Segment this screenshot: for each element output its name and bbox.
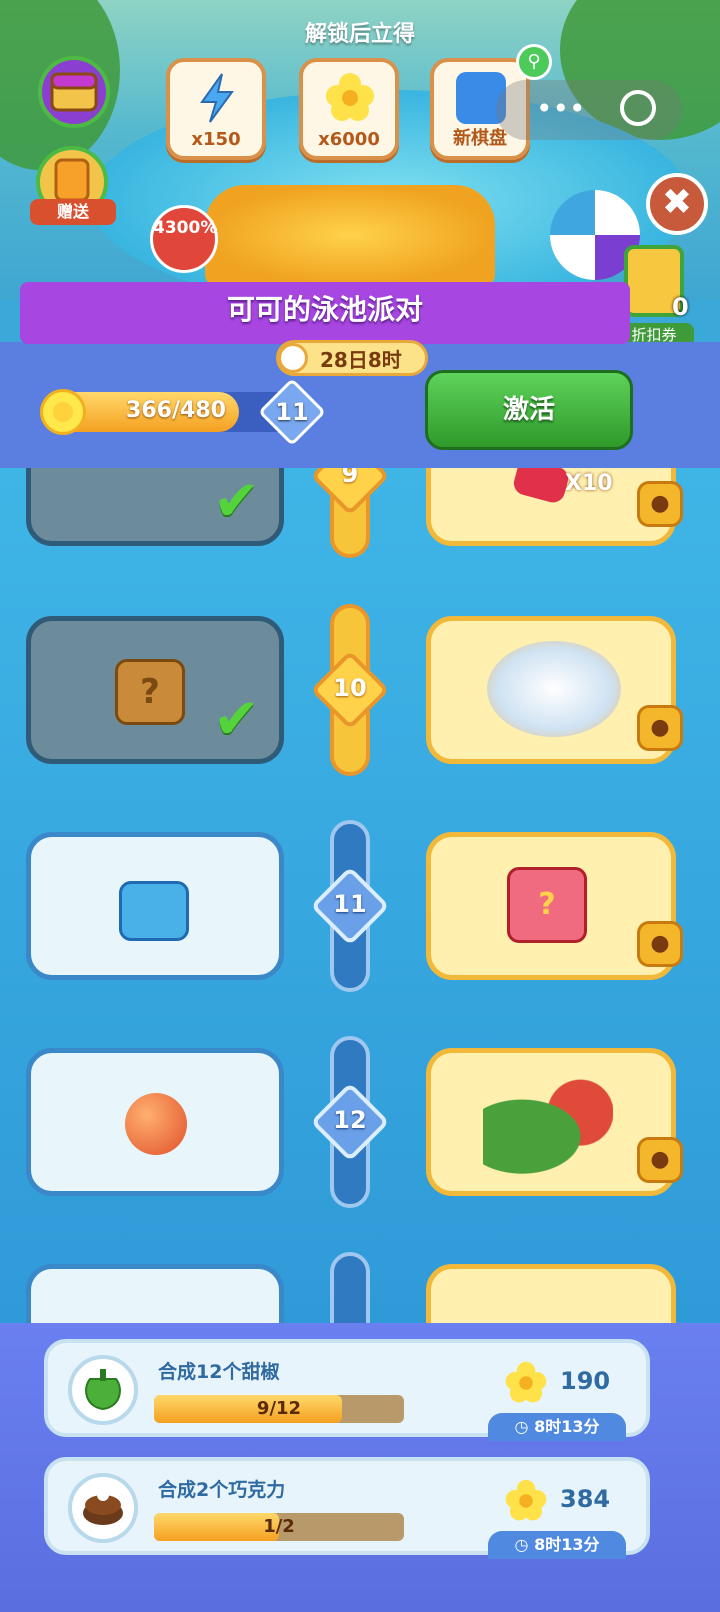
gift-label: 赠送: [30, 199, 116, 225]
pepper-icon: [68, 1355, 138, 1425]
level-node-label: 10: [333, 674, 367, 702]
peach-icon: [125, 1093, 187, 1155]
premium-reward-card[interactable]: ? ●: [426, 832, 683, 980]
task-reward-amount: 190: [560, 1367, 611, 1395]
reward-card-energy[interactable]: x150: [166, 58, 266, 160]
ruby-icon: [511, 468, 571, 506]
mystery-box-icon: ?: [115, 659, 185, 725]
lock-icon: ●: [637, 705, 683, 751]
lock-icon: ●: [637, 921, 683, 967]
premium-reward-card[interactable]: [426, 1264, 676, 1323]
task-progress-track: 9/12: [154, 1395, 404, 1423]
chest-icon: [50, 72, 98, 112]
free-reward-card[interactable]: ✔: [26, 468, 284, 546]
premium-reward-card[interactable]: X10 ●: [426, 468, 683, 546]
task-card[interactable]: 合成2个巧克力 1/2 384 ◷ 8时13分: [44, 1457, 650, 1559]
chocolate-icon: [68, 1473, 138, 1543]
task-timer: ◷ 8时13分: [488, 1531, 626, 1559]
task-timer: ◷ 8时13分: [488, 1413, 626, 1441]
more-icon[interactable]: •••: [536, 92, 586, 125]
task-progress-text: 9/12: [256, 1398, 302, 1419]
exit-icon[interactable]: [620, 90, 656, 126]
reward-quantity: X10: [565, 471, 613, 496]
discount-badge: 4300%: [150, 205, 218, 273]
event-title: 可可的泳池派对: [226, 293, 423, 326]
clock-icon: ◷: [514, 1535, 535, 1554]
flower-icon: [505, 1479, 547, 1521]
miniprogram-capsule: •••: [496, 80, 682, 140]
event-timer-text: 28日8时: [320, 348, 402, 372]
free-reward-card[interactable]: ? ✔: [26, 616, 284, 764]
activate-button[interactable]: 激活: [425, 370, 633, 450]
vegetables-icon: [483, 1079, 613, 1175]
lock-icon: ●: [637, 481, 683, 527]
flower-icon: [326, 73, 374, 121]
coupon-count: 0: [672, 293, 689, 321]
task-progress-track: 1/2: [154, 1513, 404, 1541]
search-icon[interactable]: ⚲: [516, 44, 552, 80]
level-number: 11: [275, 398, 309, 426]
premium-reward-card[interactable]: ●: [426, 616, 683, 764]
task-progress-text: 1/2: [263, 1516, 295, 1537]
flower-icon: [505, 1361, 547, 1403]
check-icon: ✔: [213, 469, 260, 534]
chest-side-button[interactable]: [38, 56, 110, 128]
task-panel: 合成12个甜椒 9/12 190 ◷ 8时13分 合成2个巧克力 1/2 384: [0, 1323, 720, 1612]
free-reward-card[interactable]: [26, 1264, 284, 1323]
lightning-icon: [200, 73, 234, 123]
reward-label: x6000: [318, 129, 380, 150]
unlock-title: 解锁后立得: [304, 22, 415, 47]
task-time-text: 8时13分: [534, 1417, 600, 1436]
treasure-pile-decoration: [205, 185, 495, 285]
level-node-label: 9: [341, 468, 359, 488]
reward-label: x150: [191, 129, 241, 150]
level-node-label: 12: [333, 1106, 367, 1134]
task-name: 合成2个巧克力: [158, 1479, 286, 1501]
red-chest-icon: ?: [507, 867, 587, 943]
task-reward-amount: 384: [560, 1485, 611, 1513]
reward-track[interactable]: ✔ 9 X10 ● ? ✔ 10 ● 11 ? ● 12 ●: [0, 468, 720, 1323]
reward-card-flower[interactable]: x6000: [299, 58, 399, 160]
track-segment: [330, 1252, 370, 1323]
flower-icon: [40, 389, 86, 435]
clock-icon: ◷: [514, 1417, 535, 1436]
tea-set-icon: [487, 641, 621, 737]
level-node-label: 11: [333, 890, 367, 918]
task-name: 合成12个甜椒: [158, 1361, 280, 1383]
blue-chest-icon: [119, 881, 189, 941]
free-reward-card[interactable]: [26, 832, 284, 980]
close-button[interactable]: ✖: [646, 173, 708, 235]
task-time-text: 8时13分: [534, 1535, 600, 1554]
free-reward-card[interactable]: [26, 1048, 284, 1196]
clock-icon: [278, 343, 308, 373]
premium-reward-card[interactable]: ●: [426, 1048, 683, 1196]
check-icon: ✔: [213, 687, 260, 752]
task-card[interactable]: 合成12个甜椒 9/12 190 ◷ 8时13分: [44, 1339, 650, 1441]
lock-icon: ●: [637, 1137, 683, 1183]
